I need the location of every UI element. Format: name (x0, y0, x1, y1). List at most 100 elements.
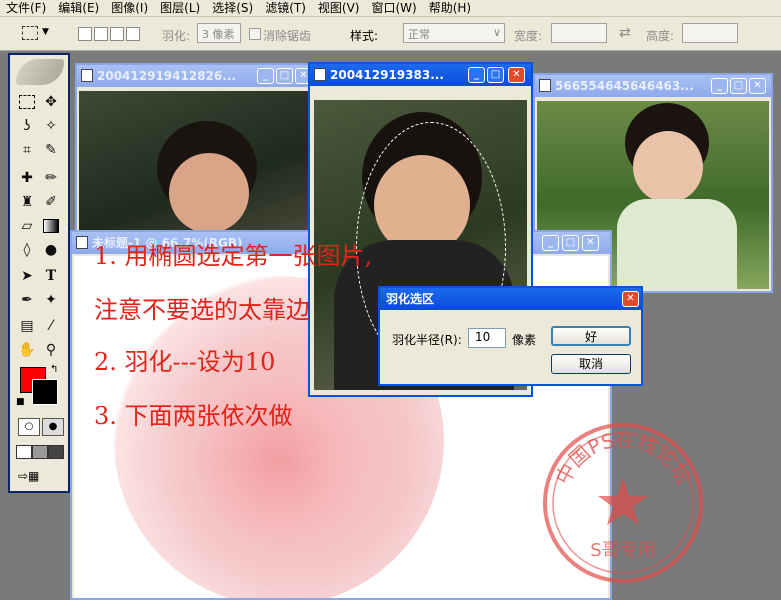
document-icon (539, 79, 551, 92)
feather-selection-dialog[interactable]: 羽化选区 ✕ 羽化半径(R): 10 像素 好 取消 (378, 286, 643, 386)
dialog-titlebar[interactable]: 羽化选区 (380, 288, 641, 310)
hand-tool-icon[interactable]: ✋ (16, 339, 38, 361)
magic-wand-icon[interactable]: ✧ (40, 115, 62, 137)
close-icon[interactable]: ✕ (508, 67, 525, 83)
crop-tool-icon[interactable]: ⌗ (16, 139, 38, 161)
child-face (169, 153, 249, 233)
photo-window-left[interactable]: 200412919412826... _ □ ✕ (75, 63, 315, 243)
new-selection-icon[interactable] (78, 27, 92, 41)
antialias-checkbox[interactable] (249, 28, 261, 40)
brush-tool-icon[interactable]: ✏ (40, 167, 62, 189)
zoom-tool-icon[interactable]: ⚲ (40, 339, 62, 361)
close-icon[interactable]: ✕ (622, 291, 639, 307)
gradient-tool-icon[interactable] (40, 215, 62, 237)
feather-input[interactable]: 3 像素 (197, 23, 241, 43)
height-input[interactable] (682, 23, 738, 43)
window-title: 200412919412826... (97, 69, 236, 83)
menu-edit[interactable]: 编辑(E) (52, 0, 105, 16)
instruction-line-1: 1. 用椭圆选定第一张图片, (94, 242, 373, 270)
style-label: 样式: (350, 29, 379, 43)
radius-input[interactable]: 10 (468, 328, 506, 348)
instruction-line-2: 注意不要选的太靠边 (94, 296, 310, 324)
history-brush-icon[interactable]: ✐ (40, 191, 62, 213)
unit-label: 像素 (512, 333, 537, 347)
type-tool-icon[interactable]: T (40, 265, 62, 287)
watermark-stamp: 中国PS在线论坛 S哥专用 (543, 423, 703, 583)
menu-layer[interactable]: 图层(L) (154, 0, 206, 16)
cancel-button[interactable]: 取消 (551, 354, 631, 374)
toolbox: ✥ ʖ ✧ ⌗ ✎ ✚ ✏ ♜ ✐ ▱ ◊ ● ➤ T ✒ ✦ ▤ ⁄ ✋ ⚲ … (8, 53, 70, 493)
jump-to-imageready-icon[interactable]: ⇨▦ (18, 469, 62, 485)
preset-dropdown-arrow-icon[interactable]: ▼ (42, 27, 49, 37)
feather-label: 羽化: (162, 29, 191, 43)
screen-mode-full-menu-icon[interactable] (32, 445, 48, 459)
pen-tool-icon[interactable]: ✒ (16, 289, 38, 311)
add-selection-icon[interactable] (94, 27, 108, 41)
instruction-line-4: 3. 下面两张依次做 (94, 402, 293, 430)
maximize-icon[interactable]: □ (487, 67, 504, 83)
height-label: 高度: (646, 29, 675, 43)
lasso-tool-icon[interactable]: ʖ (16, 115, 38, 137)
minimize-icon[interactable]: _ (711, 78, 728, 94)
blur-tool-icon[interactable]: ◊ (16, 239, 38, 261)
swap-colors-icon[interactable]: ↰ (50, 364, 58, 375)
eyedropper-icon[interactable]: ⁄ (40, 315, 62, 337)
default-colors-icon[interactable]: ■ (16, 397, 25, 407)
document-icon (81, 69, 93, 82)
maximize-icon[interactable]: □ (730, 78, 747, 94)
document-icon (314, 68, 326, 81)
feather-logo-icon (16, 59, 64, 85)
window-title: 566554645646463... (555, 79, 694, 93)
swap-dimensions-icon[interactable]: ⇄ (619, 25, 631, 41)
menu-image[interactable]: 图像(I) (105, 0, 154, 16)
menu-window[interactable]: 窗口(W) (365, 0, 422, 16)
radius-label: 羽化半径(R): (392, 333, 462, 347)
close-icon[interactable]: ✕ (749, 78, 766, 94)
healing-brush-icon[interactable]: ✚ (16, 167, 38, 189)
maximize-icon[interactable]: □ (562, 235, 579, 251)
eraser-tool-icon[interactable]: ▱ (16, 215, 38, 237)
clone-stamp-icon[interactable]: ♜ (16, 191, 38, 213)
document-icon (76, 236, 88, 249)
antialias-label: 消除锯齿 (263, 29, 312, 43)
quickmask-mode-icon[interactable]: ● (42, 418, 64, 436)
marquee-tool-icon[interactable] (16, 91, 38, 113)
minimize-icon[interactable]: _ (468, 67, 485, 83)
shape-tool-icon[interactable]: ✦ (40, 289, 62, 311)
background-color-swatch[interactable] (32, 379, 58, 405)
ok-button[interactable]: 好 (551, 326, 631, 346)
menu-filter[interactable]: 滤镜(T) (259, 0, 312, 16)
menu-file[interactable]: 文件(F) (0, 0, 52, 16)
window-title: 200412919383... (330, 68, 444, 82)
menu-view[interactable]: 视图(V) (312, 0, 366, 16)
path-select-icon[interactable]: ➤ (16, 265, 38, 287)
child-photo-left (79, 91, 311, 241)
width-label: 宽度: (514, 29, 543, 43)
close-icon[interactable]: ✕ (582, 235, 599, 251)
screen-mode-full-icon[interactable] (48, 445, 64, 459)
notes-tool-icon[interactable]: ▤ (16, 315, 38, 337)
intersect-selection-icon[interactable] (126, 27, 140, 41)
menu-help[interactable]: 帮助(H) (423, 0, 477, 16)
style-select-value: 正常 (408, 28, 430, 41)
radius-value: 10 (475, 330, 491, 344)
screen-mode-standard-icon[interactable] (16, 445, 32, 459)
minimize-icon[interactable]: _ (542, 235, 559, 251)
slice-tool-icon[interactable]: ✎ (40, 139, 62, 161)
subtract-selection-icon[interactable] (110, 27, 124, 41)
dodge-tool-icon[interactable]: ● (40, 239, 62, 261)
chevron-down-icon: ∨ (492, 26, 501, 39)
child-shirt (617, 199, 737, 289)
maximize-icon[interactable]: □ (276, 68, 293, 84)
watermark-bottom-text: S哥专用 (590, 540, 655, 561)
minimize-icon[interactable]: _ (257, 68, 274, 84)
width-input[interactable] (551, 23, 607, 43)
move-tool-icon[interactable]: ✥ (40, 91, 62, 113)
standard-mode-icon[interactable]: ○ (18, 418, 40, 436)
style-select[interactable]: 正常 ∨ (403, 23, 505, 43)
instruction-line-3: 2. 羽化---设为10 (94, 348, 276, 376)
marquee-preset-icon[interactable] (22, 26, 38, 40)
menu-select[interactable]: 选择(S) (206, 0, 259, 16)
options-bar: ▼ 羽化: 3 像素 消除锯齿 样式: 正常 ∨ 宽度: ⇄ 高度: (0, 17, 781, 51)
dialog-title: 羽化选区 (386, 292, 435, 306)
